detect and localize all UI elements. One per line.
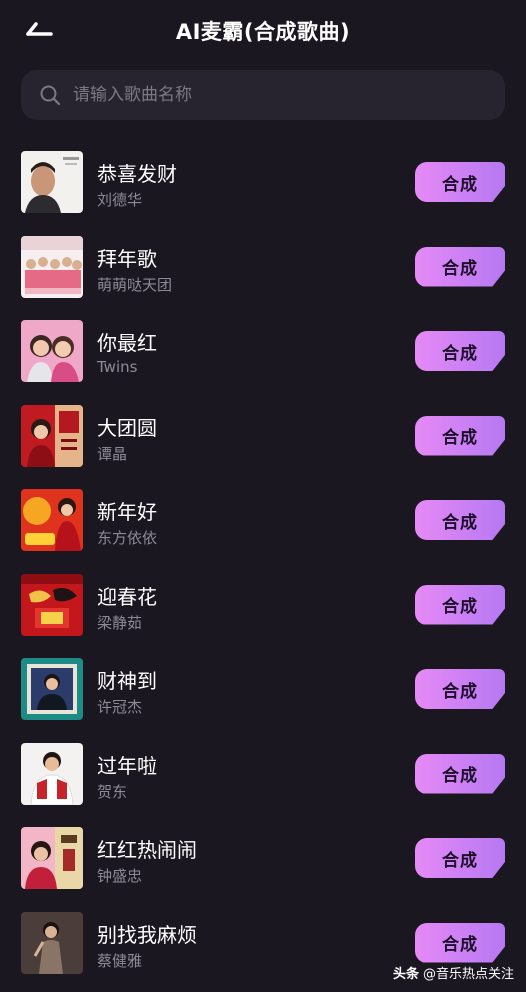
album-cover (21, 235, 83, 298)
album-cover (21, 742, 83, 805)
song-artist: 刘德华 (97, 191, 143, 209)
song-artist: 钟盛忠 (97, 867, 143, 885)
watermark-brand: 头条 (392, 967, 419, 982)
page-title: AI麦霸(合成歌曲) (175, 20, 351, 44)
album-cover (21, 151, 83, 213)
synthesize-button[interactable]: 合成 (415, 753, 505, 794)
synthesize-button[interactable]: 合成 (415, 331, 505, 371)
song-title: 红红热闹闹 (97, 838, 197, 862)
song-title: 财神到 (97, 669, 157, 693)
song-row[interactable]: 红红热闹闹 钟盛忠 合成 (0, 816, 526, 901)
song-artist: 东方依依 (97, 529, 158, 547)
song-title: 迎春花 (97, 584, 157, 609)
song-artist: 许冠杰 (97, 698, 143, 716)
song-row[interactable]: 过年啦 贺东 合成 (0, 732, 526, 817)
song-artist: Twins (97, 358, 138, 376)
song-row[interactable]: 迎春花 梁静茹 合成 (0, 563, 526, 648)
song-artist: 蔡健雅 (97, 951, 143, 970)
song-title: 大团圆 (97, 415, 157, 440)
album-cover (21, 911, 83, 974)
album-cover (21, 320, 83, 382)
song-artist: 萌萌哒天团 (97, 275, 173, 294)
song-title: 别找我麻烦 (97, 922, 197, 947)
watermark: 头条 @音乐热点关注 (393, 963, 514, 982)
synthesize-button[interactable]: 合成 (415, 838, 505, 878)
song-row[interactable]: 你最红 Twins 合成 (0, 309, 526, 394)
song-title: 恭喜发财 (97, 162, 177, 186)
song-list: 恭喜发财 刘德华 合成 拜年歌 萌萌哒天团 合成 你最红 Twins 合成 大团… (0, 140, 526, 985)
synthesize-button[interactable]: 合成 (415, 246, 505, 287)
synthesize-button[interactable]: 合成 (415, 584, 505, 625)
song-row[interactable]: 财神到 许冠杰 合成 (0, 647, 526, 732)
song-artist: 梁静茹 (97, 613, 143, 632)
song-title: 过年啦 (97, 753, 157, 778)
song-row[interactable]: 新年好 东方依依 合成 (0, 478, 526, 563)
album-cover (21, 658, 83, 720)
song-row[interactable]: 恭喜发财 刘德华 合成 (0, 140, 526, 225)
synthesize-button[interactable]: 合成 (415, 669, 505, 709)
header: AI麦霸(合成歌曲) (0, 0, 526, 64)
synthesize-button[interactable]: 合成 (415, 922, 505, 963)
album-cover (21, 827, 83, 889)
song-row[interactable]: 拜年歌 萌萌哒天团 合成 (0, 225, 526, 310)
song-title: 你最红 (97, 331, 157, 355)
synthesize-button[interactable]: 合成 (415, 500, 505, 540)
synthesize-button[interactable]: 合成 (415, 162, 505, 202)
album-cover (21, 404, 83, 467)
search-icon (40, 85, 61, 106)
song-artist: 贺东 (97, 782, 128, 801)
song-artist: 谭晶 (97, 444, 128, 463)
search-bar[interactable] (21, 70, 505, 120)
watermark-handle: @音乐热点关注 (422, 967, 514, 982)
search-input[interactable] (73, 80, 505, 110)
album-cover (21, 573, 83, 636)
synthesize-button[interactable]: 合成 (415, 415, 505, 456)
song-row[interactable]: 大团圆 谭晶 合成 (0, 394, 526, 479)
song-title: 新年好 (97, 500, 157, 524)
album-cover (21, 489, 83, 551)
song-title: 拜年歌 (97, 246, 157, 271)
